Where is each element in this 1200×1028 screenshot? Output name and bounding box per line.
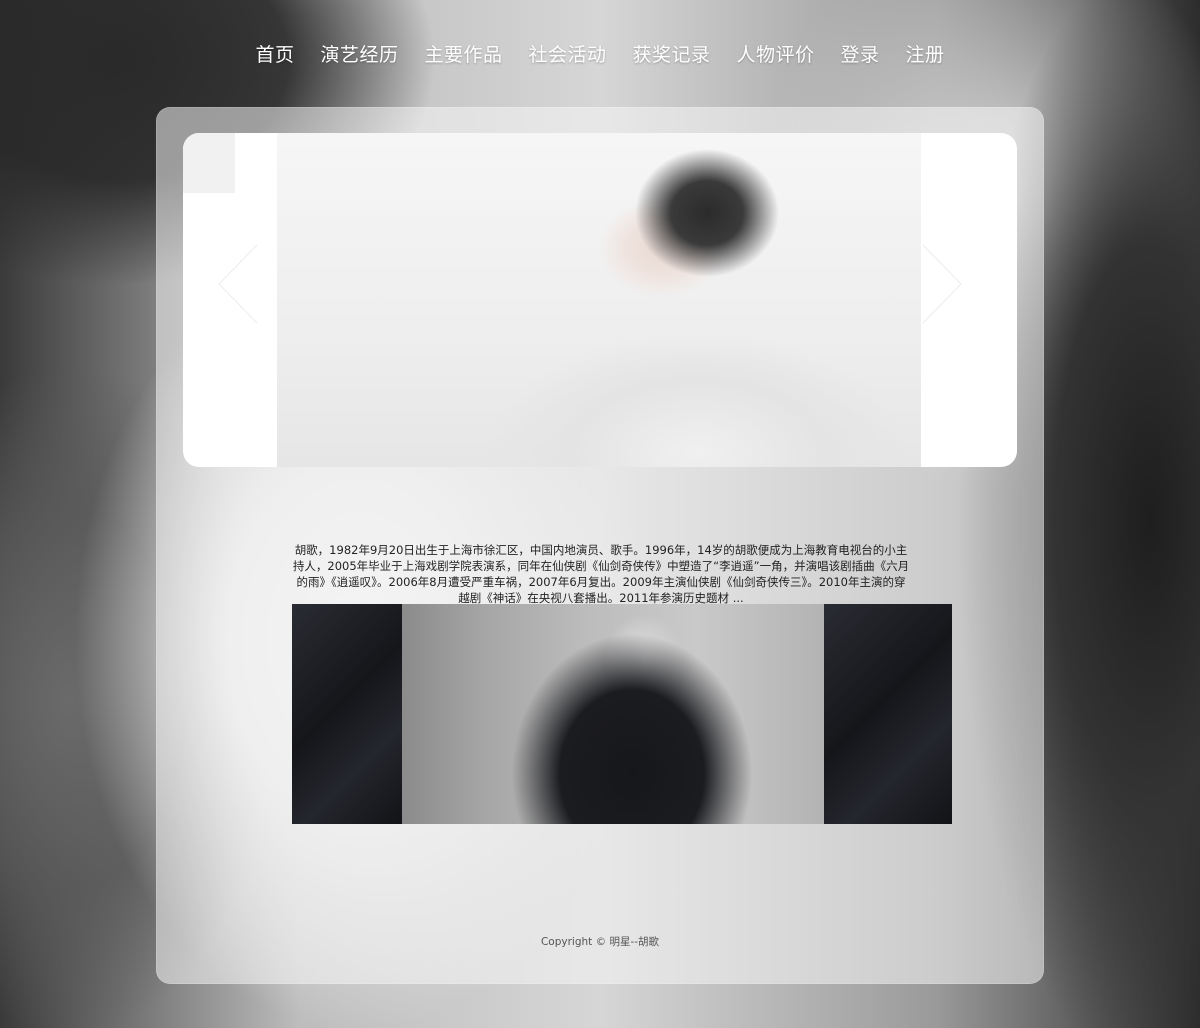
photo-portrait [402, 604, 824, 824]
nav-item-social[interactable]: 社会活动 [528, 40, 606, 67]
nav-item-awards[interactable]: 获奖记录 [633, 40, 711, 67]
feature-photo [292, 604, 952, 824]
chevron-left-icon [213, 243, 263, 331]
nav-item-login[interactable]: 登录 [841, 40, 880, 67]
chevron-right-icon [917, 243, 967, 331]
intro-paragraph: 胡歌，1982年9月20日出生于上海市徐汇区，中国内地演员、歌手。1996年，1… [292, 542, 910, 605]
main-nav: 首页 演艺经历 主要作品 社会活动 获奖记录 人物评价 登录 注册 [0, 40, 1200, 67]
nav-item-career[interactable]: 演艺经历 [320, 40, 398, 67]
nav-item-register[interactable]: 注册 [906, 40, 945, 67]
nav-item-reviews[interactable]: 人物评价 [737, 40, 815, 67]
photo-backdrop-right [824, 604, 952, 824]
slide-image [277, 133, 921, 467]
slider-next-button[interactable] [917, 241, 967, 327]
content-panel: 胡歌，1982年9月20日出生于上海市徐汇区，中国内地演员、歌手。1996年，1… [156, 107, 1044, 984]
slide-edge [183, 133, 235, 193]
slider-prev-button[interactable] [213, 241, 263, 327]
nav-item-works[interactable]: 主要作品 [424, 40, 502, 67]
copyright-text: Copyright © 明星--胡歌 [540, 936, 660, 948]
photo-backdrop-left [292, 604, 402, 824]
image-slider [183, 133, 1017, 467]
nav-item-home[interactable]: 首页 [255, 40, 294, 67]
